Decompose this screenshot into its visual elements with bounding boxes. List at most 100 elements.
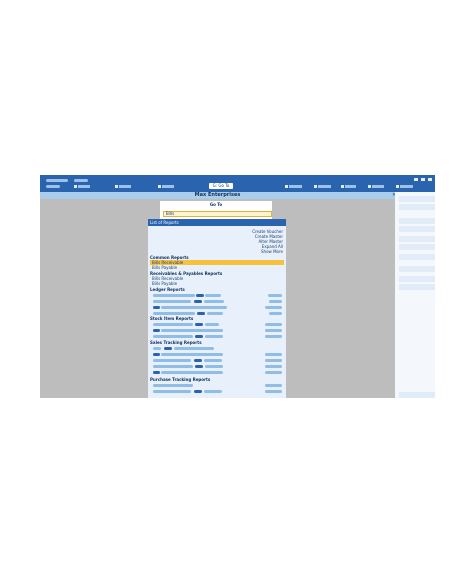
company-title: Max Enterprises: [194, 192, 241, 198]
minimize-icon[interactable]: [414, 178, 418, 181]
list-item[interactable]: [153, 294, 195, 297]
right-panel-button[interactable]: [399, 284, 435, 290]
list-item[interactable]: [153, 353, 160, 356]
list-item-bills-payable[interactable]: Bills Payable: [152, 265, 177, 270]
goto-title: Go To: [209, 202, 223, 207]
right-panel-button[interactable]: [399, 204, 435, 210]
list-item[interactable]: [174, 347, 214, 350]
list-item[interactable]: [265, 371, 282, 374]
list-item[interactable]: [205, 335, 223, 338]
list-item[interactable]: [269, 300, 282, 303]
list-item[interactable]: [153, 300, 191, 303]
list-item[interactable]: [204, 300, 224, 303]
list-item[interactable]: [265, 390, 282, 393]
right-panel-button[interactable]: [399, 196, 435, 202]
show-more-action[interactable]: Show More: [261, 249, 283, 254]
section-sales-tracking-reports: Sales Tracking Reports: [150, 340, 202, 345]
list-item[interactable]: [204, 359, 222, 362]
list-item[interactable]: [205, 294, 221, 297]
list-item[interactable]: [205, 323, 219, 326]
right-panel-button[interactable]: [399, 244, 435, 250]
right-panel-button[interactable]: [399, 226, 435, 232]
list-item[interactable]: [197, 312, 205, 315]
list-item[interactable]: [153, 371, 160, 374]
list-item[interactable]: [153, 347, 161, 350]
section-stock-item-reports: Stock Item Reports: [150, 316, 194, 321]
goto-button-label: G: Go To: [212, 183, 230, 188]
list-item[interactable]: [265, 384, 282, 387]
list-item[interactable]: [265, 323, 282, 326]
import-menu-label[interactable]: [289, 185, 302, 188]
list-item[interactable]: [265, 353, 282, 356]
section-ledger-reports: Ledger Reports: [150, 287, 185, 292]
list-item[interactable]: [265, 329, 282, 332]
print-menu-label[interactable]: [372, 185, 384, 188]
list-item[interactable]: [153, 335, 193, 338]
right-button-panel: [395, 192, 435, 398]
maximize-icon[interactable]: [421, 178, 425, 181]
section-purchase-tracking-reports: Purchase Tracking Reports: [150, 377, 211, 382]
list-item[interactable]: [265, 335, 282, 338]
import-icon: [285, 185, 288, 188]
list-item[interactable]: [153, 390, 191, 393]
list-item[interactable]: [204, 390, 222, 393]
company-menu-label[interactable]: [78, 185, 90, 188]
list-item[interactable]: [207, 312, 223, 315]
right-panel-button[interactable]: [399, 218, 435, 224]
list-item[interactable]: [164, 347, 172, 350]
report-list: List of Reports Create Voucher Create Ma…: [148, 219, 286, 398]
list-item[interactable]: [269, 312, 282, 315]
company-icon: [74, 185, 77, 188]
data-menu-label[interactable]: [119, 185, 131, 188]
right-panel-button[interactable]: [399, 266, 435, 272]
list-item[interactable]: [153, 329, 160, 332]
list-item[interactable]: [194, 359, 202, 362]
product-logo: [46, 179, 68, 182]
report-list-header: List of Reports: [148, 219, 286, 226]
help-menu-label[interactable]: [400, 185, 413, 188]
list-item[interactable]: [161, 329, 223, 332]
share-icon: [341, 185, 344, 188]
right-panel-button[interactable]: [399, 392, 435, 398]
help-icon: [396, 185, 399, 188]
list-item[interactable]: [265, 365, 282, 368]
exchange-menu-label[interactable]: [162, 185, 174, 188]
list-item[interactable]: [265, 359, 282, 362]
list-item[interactable]: [194, 390, 202, 393]
list-item[interactable]: [194, 300, 202, 303]
list-item[interactable]: [195, 365, 203, 368]
list-item[interactable]: [195, 323, 203, 326]
list-item[interactable]: [153, 365, 193, 368]
list-item[interactable]: [153, 323, 193, 326]
list-item[interactable]: [205, 365, 223, 368]
print-icon: [368, 185, 371, 188]
company-menu[interactable]: [74, 179, 88, 182]
company-title-bar: Max Enterprises: [40, 192, 395, 199]
list-item[interactable]: [265, 306, 282, 309]
list-item-bills-payable[interactable]: Bills Payable: [152, 281, 177, 286]
goto-panel: Go To Bills: [160, 201, 272, 219]
exchange-icon: [158, 185, 161, 188]
right-panel-button[interactable]: [399, 254, 435, 260]
goto-button[interactable]: G: Go To: [209, 183, 233, 189]
export-icon: [314, 185, 317, 188]
list-item[interactable]: [153, 312, 195, 315]
export-menu-label[interactable]: [318, 185, 331, 188]
product-edition: [46, 185, 60, 188]
list-item[interactable]: [153, 384, 193, 387]
data-icon: [115, 185, 118, 188]
right-panel-button[interactable]: [399, 236, 435, 242]
list-item[interactable]: [196, 294, 204, 297]
right-panel-button[interactable]: [399, 276, 435, 282]
list-item[interactable]: [161, 371, 223, 374]
tally-app-window: G: Go To Max Enterprises × Go To B: [40, 175, 435, 398]
list-item[interactable]: [161, 306, 227, 309]
list-item[interactable]: [153, 306, 160, 309]
share-menu-label[interactable]: [345, 185, 356, 188]
list-item[interactable]: [153, 359, 191, 362]
window-close-icon[interactable]: [428, 178, 432, 181]
list-item[interactable]: [195, 335, 203, 338]
list-item[interactable]: [161, 353, 223, 356]
list-item[interactable]: [268, 294, 282, 297]
goto-search-input[interactable]: Bills: [163, 211, 272, 217]
